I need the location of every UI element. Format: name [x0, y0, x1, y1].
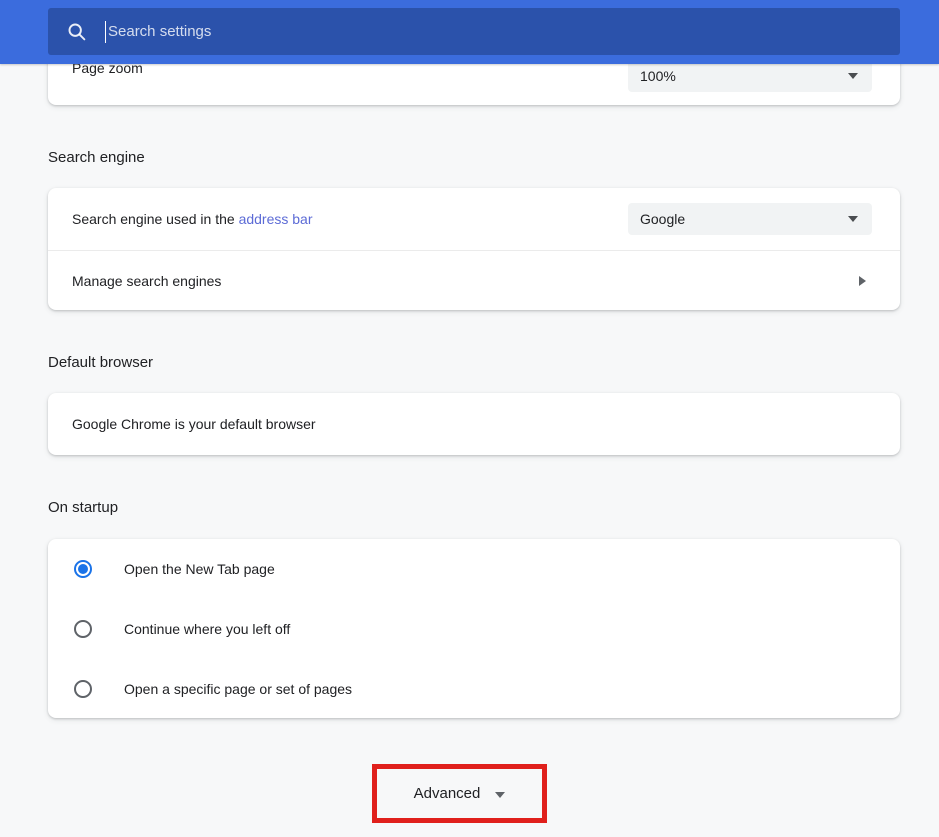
default-browser-card: Google Chrome is your default browser — [48, 393, 900, 455]
manage-search-engines-label: Manage search engines — [72, 273, 221, 289]
startup-option-new-tab[interactable]: Open the New Tab page — [48, 539, 900, 599]
page-zoom-select-value: 100% — [640, 68, 848, 84]
chevron-down-icon — [848, 73, 858, 79]
startup-option-specific-pages[interactable]: Open a specific page or set of pages — [48, 659, 900, 718]
radio-button[interactable] — [74, 680, 92, 698]
default-browser-row: Google Chrome is your default browser — [48, 393, 900, 455]
search-engine-card: Search engine used in the address bar Go… — [48, 188, 900, 310]
startup-option-continue[interactable]: Continue where you left off — [48, 599, 900, 659]
settings-search-field[interactable] — [48, 8, 900, 55]
radio-button[interactable] — [74, 620, 92, 638]
default-browser-status: Google Chrome is your default browser — [72, 416, 316, 432]
chevron-down-icon — [495, 792, 505, 798]
search-engine-select[interactable]: Google — [628, 203, 872, 235]
on-startup-heading: On startup — [48, 498, 118, 518]
search-engine-row-label: Search engine used in the address bar — [72, 211, 313, 227]
radio-button[interactable] — [74, 560, 92, 578]
startup-option-label: Open a specific page or set of pages — [124, 681, 352, 697]
page-zoom-select[interactable]: 100% — [628, 60, 872, 92]
on-startup-card: Open the New Tab page Continue where you… — [48, 539, 900, 718]
search-engine-select-value: Google — [640, 211, 848, 227]
default-browser-heading: Default browser — [48, 353, 153, 373]
search-engine-row: Search engine used in the address bar Go… — [48, 188, 900, 250]
startup-option-label: Open the New Tab page — [124, 561, 275, 577]
chevron-right-icon — [859, 276, 866, 286]
chrome-settings-page: Page zoom 100% Search engine Search engi… — [0, 0, 939, 837]
startup-option-label: Continue where you left off — [124, 621, 290, 637]
search-engine-heading: Search engine — [48, 148, 145, 168]
advanced-button[interactable]: Advanced — [377, 769, 542, 818]
advanced-button-label: Advanced — [414, 785, 481, 802]
row-label-text: Search engine used in the — [72, 211, 239, 227]
settings-search-header — [0, 0, 939, 64]
search-icon — [66, 21, 87, 42]
manage-search-engines-row[interactable]: Manage search engines — [48, 251, 900, 310]
chevron-down-icon — [848, 216, 858, 222]
address-bar-link[interactable]: address bar — [239, 211, 313, 227]
annotation-highlight-box: Advanced — [372, 764, 547, 823]
search-input[interactable] — [106, 23, 886, 40]
